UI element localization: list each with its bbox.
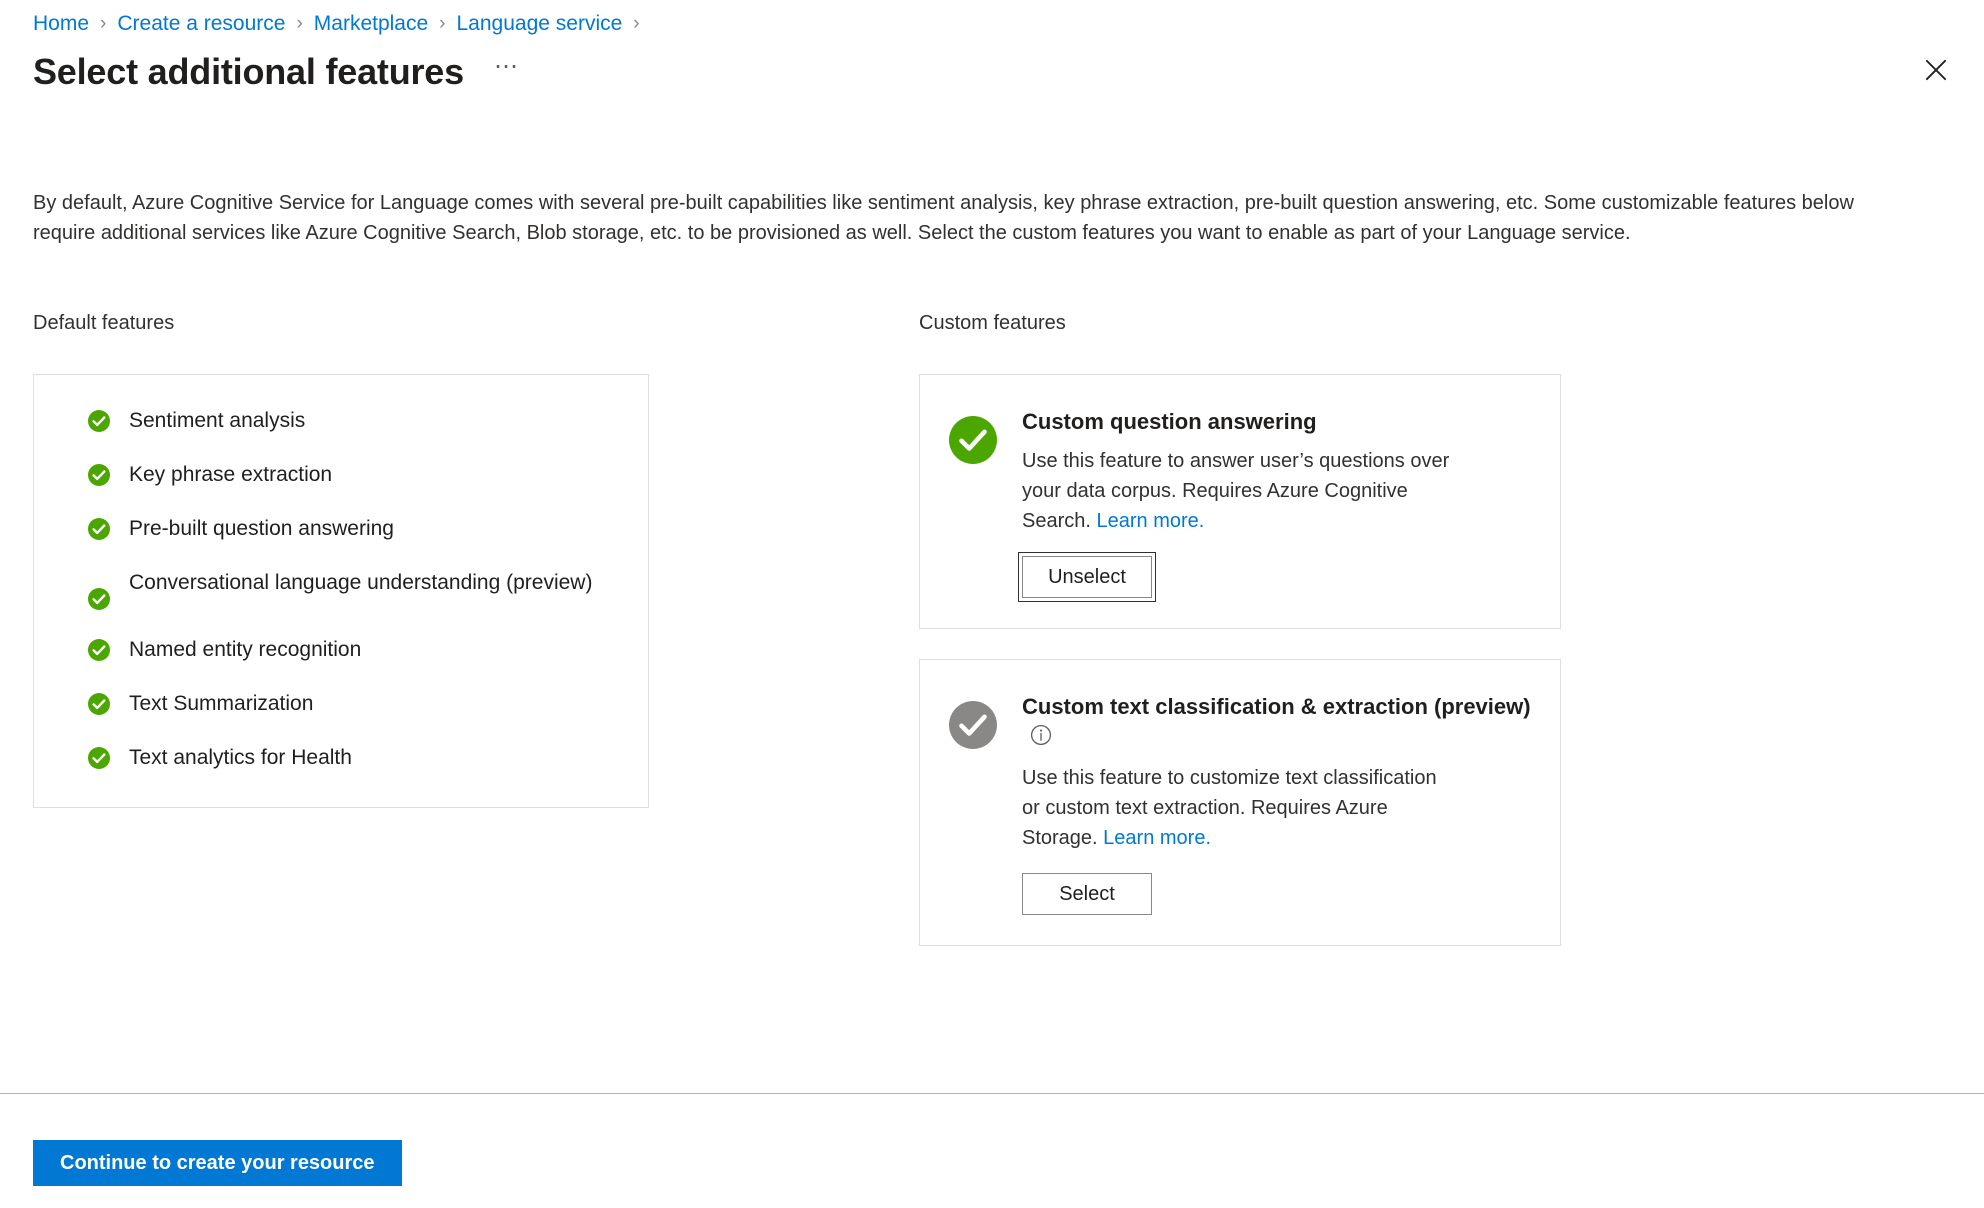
close-icon[interactable] xyxy=(1912,50,1960,90)
custom-features-section: Custom features Custom question answerin… xyxy=(919,310,1561,946)
green-check-icon xyxy=(87,409,111,433)
card-title: Custom question answering xyxy=(1022,407,1532,437)
default-feature-label: Conversational language understanding (p… xyxy=(129,571,593,594)
list-item: Text Summarization xyxy=(34,688,648,719)
list-item: Text analytics for Health xyxy=(34,742,648,773)
default-feature-label: Pre-built question answering xyxy=(129,517,394,540)
card-description-text: Use this feature to customize text class… xyxy=(1022,767,1437,849)
breadcrumb-separator-icon: › xyxy=(296,13,303,34)
green-check-icon xyxy=(948,415,998,465)
list-item: Conversational language understanding (p… xyxy=(34,567,648,611)
breadcrumb-item-marketplace[interactable]: Marketplace xyxy=(314,10,428,38)
green-check-icon xyxy=(87,517,111,541)
footer-divider xyxy=(0,1093,1984,1094)
green-check-icon xyxy=(87,692,111,716)
card-description-text: Use this feature to answer user’s questi… xyxy=(1022,450,1450,532)
breadcrumb-separator-icon: › xyxy=(633,13,640,34)
gray-check-icon xyxy=(948,700,998,750)
default-feature-label: Text analytics for Health xyxy=(129,746,352,769)
custom-features-heading: Custom features xyxy=(919,312,1066,334)
card-title-text: Custom text classification & extraction … xyxy=(1022,694,1531,719)
breadcrumb: Home › Create a resource › Marketplace ›… xyxy=(33,10,651,38)
card-body: Custom text classification & extraction … xyxy=(1022,692,1532,915)
card-action: Unselect xyxy=(1018,552,1532,602)
green-check-icon xyxy=(87,463,111,487)
list-item: Key phrase extraction xyxy=(34,459,648,490)
default-features-box: Sentiment analysis Key phrase extraction xyxy=(33,374,649,808)
more-options-icon[interactable]: ⋯ xyxy=(494,55,520,87)
unselect-button[interactable]: Unselect xyxy=(1018,552,1156,602)
info-icon[interactable] xyxy=(1030,724,1052,754)
card-description: Use this feature to customize text class… xyxy=(1022,763,1452,853)
learn-more-link[interactable]: Learn more. xyxy=(1103,827,1211,849)
title-row: Select additional features ⋯ xyxy=(33,48,520,96)
default-feature-label: Text Summarization xyxy=(129,692,314,715)
green-check-icon xyxy=(87,746,111,770)
breadcrumb-separator-icon: › xyxy=(439,13,446,34)
breadcrumb-item-create-a-resource[interactable]: Create a resource xyxy=(117,10,285,38)
breadcrumb-separator-icon: › xyxy=(100,13,107,34)
custom-feature-card-text-classification[interactable]: Custom text classification & extraction … xyxy=(919,659,1561,946)
default-feature-label: Sentiment analysis xyxy=(129,409,306,432)
custom-feature-card-question-answering[interactable]: Custom question answering Use this featu… xyxy=(919,374,1561,629)
card-title: Custom text classification & extraction … xyxy=(1022,692,1532,754)
card-title-text: Custom question answering xyxy=(1022,409,1317,434)
list-item: Sentiment analysis xyxy=(34,405,648,436)
default-feature-label: Named entity recognition xyxy=(129,638,362,661)
green-check-icon xyxy=(87,587,111,611)
page-title: Select additional features xyxy=(33,51,464,92)
card-description: Use this feature to answer user’s questi… xyxy=(1022,446,1452,536)
breadcrumb-item-language-service[interactable]: Language service xyxy=(457,10,623,38)
list-item: Pre-built question answering xyxy=(34,513,648,544)
default-features-heading: Default features xyxy=(33,312,175,334)
default-features-section: Default features Sentiment analysis Key … xyxy=(33,310,649,808)
card-action: Select xyxy=(1022,873,1532,915)
list-item: Named entity recognition xyxy=(34,634,648,665)
default-feature-label: Key phrase extraction xyxy=(129,463,333,486)
breadcrumb-item-home[interactable]: Home xyxy=(33,10,89,38)
card-body: Custom question answering Use this featu… xyxy=(1018,407,1532,602)
select-button[interactable]: Select xyxy=(1022,873,1152,915)
learn-more-link[interactable]: Learn more. xyxy=(1096,510,1204,532)
green-check-icon xyxy=(87,638,111,662)
page-description: By default, Azure Cognitive Service for … xyxy=(33,192,1854,244)
continue-to-create-your-resource-button[interactable]: Continue to create your resource xyxy=(33,1140,402,1186)
